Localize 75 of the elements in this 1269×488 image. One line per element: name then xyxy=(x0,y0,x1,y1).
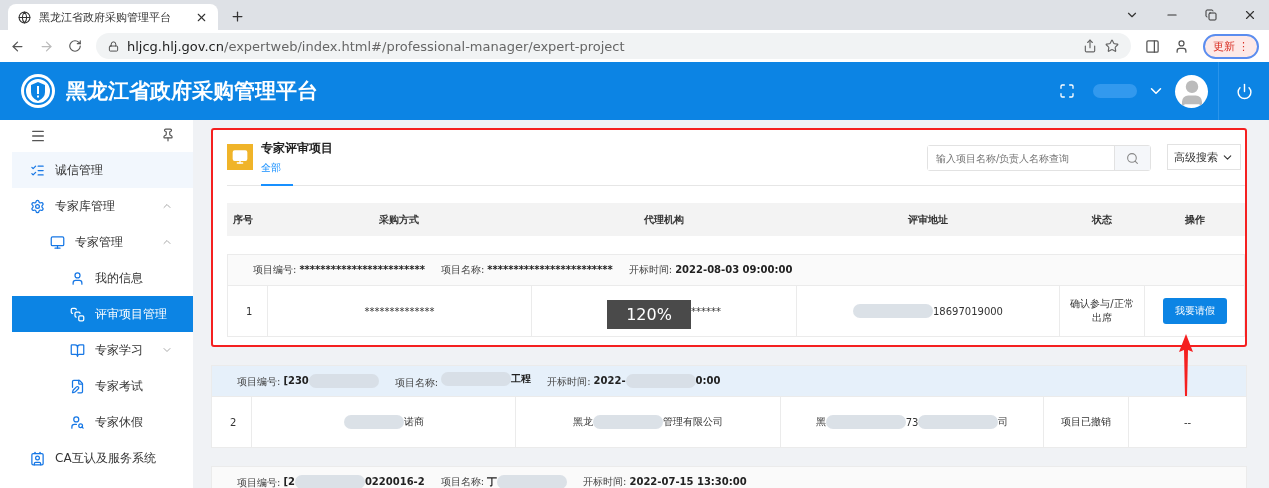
column-header: 评审地址 xyxy=(906,212,949,227)
field-value: [230 xyxy=(283,373,379,388)
field-value: 2022-08-03 09:00:00 xyxy=(675,264,793,275)
field-label: 项目编号: xyxy=(253,264,297,275)
monitor-icon xyxy=(227,144,253,170)
field-value: ************************ xyxy=(487,264,613,275)
advanced-search-button[interactable]: 高级搜索 xyxy=(1167,144,1241,170)
search-field[interactable]: 输入项目名称/负责人名称查询 xyxy=(927,145,1151,171)
redaction-blur xyxy=(593,415,663,429)
table-cell-text: -- xyxy=(1182,415,1193,430)
update-button[interactable]: 更新 ⋮ xyxy=(1202,33,1259,59)
sidebar-item[interactable]: 评审项目管理 xyxy=(12,296,193,332)
sidebar-item[interactable]: 我的信息 xyxy=(12,260,193,296)
field-value: 丁 xyxy=(487,475,568,488)
field-value: 工程 xyxy=(441,372,532,386)
sidebar-item[interactable]: 专家考试 xyxy=(12,368,193,404)
new-tab-icon[interactable] xyxy=(230,9,245,24)
column-header: 状态 xyxy=(1090,212,1113,227)
field-value: [2 0220016-2 xyxy=(283,474,425,488)
field-label: 开标时间: xyxy=(583,476,627,487)
sidebar-item[interactable]: 诚信管理 xyxy=(12,152,193,188)
sidebar-item[interactable]: 专家休假 xyxy=(12,404,193,440)
table-cell: 确认参与/正常出席 xyxy=(1060,286,1145,336)
table-cell: 项目已撤销 xyxy=(1044,397,1129,447)
redaction-blur xyxy=(294,474,365,488)
field-label: 项目名称: xyxy=(394,377,439,388)
table-cell: ****** xyxy=(691,305,721,317)
sidebar-item[interactable]: 专家库管理 xyxy=(12,188,193,224)
redaction-blur xyxy=(343,415,404,429)
column-header: 代理机构 xyxy=(642,212,685,227)
field-value: 2022-07-15 13:30:00 xyxy=(629,476,747,487)
reload-icon[interactable] xyxy=(68,39,82,53)
profile-icon[interactable] xyxy=(1173,38,1189,54)
restore-icon[interactable] xyxy=(1205,9,1217,21)
column-header: 操作 xyxy=(1183,212,1206,227)
zoom-indicator: 120% xyxy=(607,299,691,329)
column-header: 采购方式 xyxy=(378,212,420,227)
browser-tab[interactable]: 黑龙江省政府采购管理平台 xyxy=(8,4,218,30)
field-label: 项目名称: xyxy=(440,476,485,487)
power-icon[interactable] xyxy=(1235,82,1253,100)
field-label: 开标时间: xyxy=(628,264,673,275)
field-value: 2022- 0:00 xyxy=(593,373,721,388)
panel-title: 专家评审项目 xyxy=(261,140,333,157)
field-label: 项目名称: xyxy=(440,264,485,275)
table-cell: 18697019000 xyxy=(797,286,1060,336)
back-icon[interactable] xyxy=(10,38,25,54)
table-cell: 2 xyxy=(212,397,252,447)
leave-button[interactable]: 我要请假 xyxy=(1162,298,1227,324)
field-label: 开标时间: xyxy=(547,375,591,387)
lock-icon xyxy=(108,40,119,52)
field-value: ************************ xyxy=(299,264,425,275)
close-icon[interactable] xyxy=(1243,8,1257,22)
table-cell: 黑龙 管理有限公司 xyxy=(516,397,781,447)
star-icon[interactable] xyxy=(1104,39,1119,53)
table-cell: 1 xyxy=(228,286,268,336)
address-bar[interactable]: hljcg.hlj.gov.cn/expertweb/index.html#/professional-manager/expert-project xyxy=(96,33,1131,59)
fullscreen-icon[interactable] xyxy=(1059,83,1075,99)
share-icon[interactable] xyxy=(1082,39,1097,53)
emblem-icon xyxy=(20,73,56,109)
sidebar-item[interactable]: 专家学习 xyxy=(12,332,193,368)
site-title: 黑龙江省政府采购管理平台 xyxy=(66,78,318,105)
redaction-blur xyxy=(1093,84,1137,98)
table-cell: 黑 73 司 xyxy=(781,397,1044,447)
tab-title: 黑龙江省政府采购管理平台 xyxy=(39,9,171,25)
pin-icon[interactable] xyxy=(161,128,175,142)
field-label: 项目编号: xyxy=(237,375,281,387)
avatar-icon[interactable] xyxy=(1175,74,1208,108)
side-panel-icon[interactable] xyxy=(1144,38,1160,54)
field-label: 项目编号: xyxy=(237,476,281,488)
table-cell: ************** xyxy=(268,286,532,336)
column-header: 序号 xyxy=(232,212,254,227)
sidebar-item[interactable]: 专家管理 xyxy=(12,224,193,260)
globe-icon xyxy=(18,10,31,24)
sidebar-item[interactable]: CA互认及服务系统 xyxy=(12,440,193,476)
table-cell: 诺商 xyxy=(252,397,516,447)
